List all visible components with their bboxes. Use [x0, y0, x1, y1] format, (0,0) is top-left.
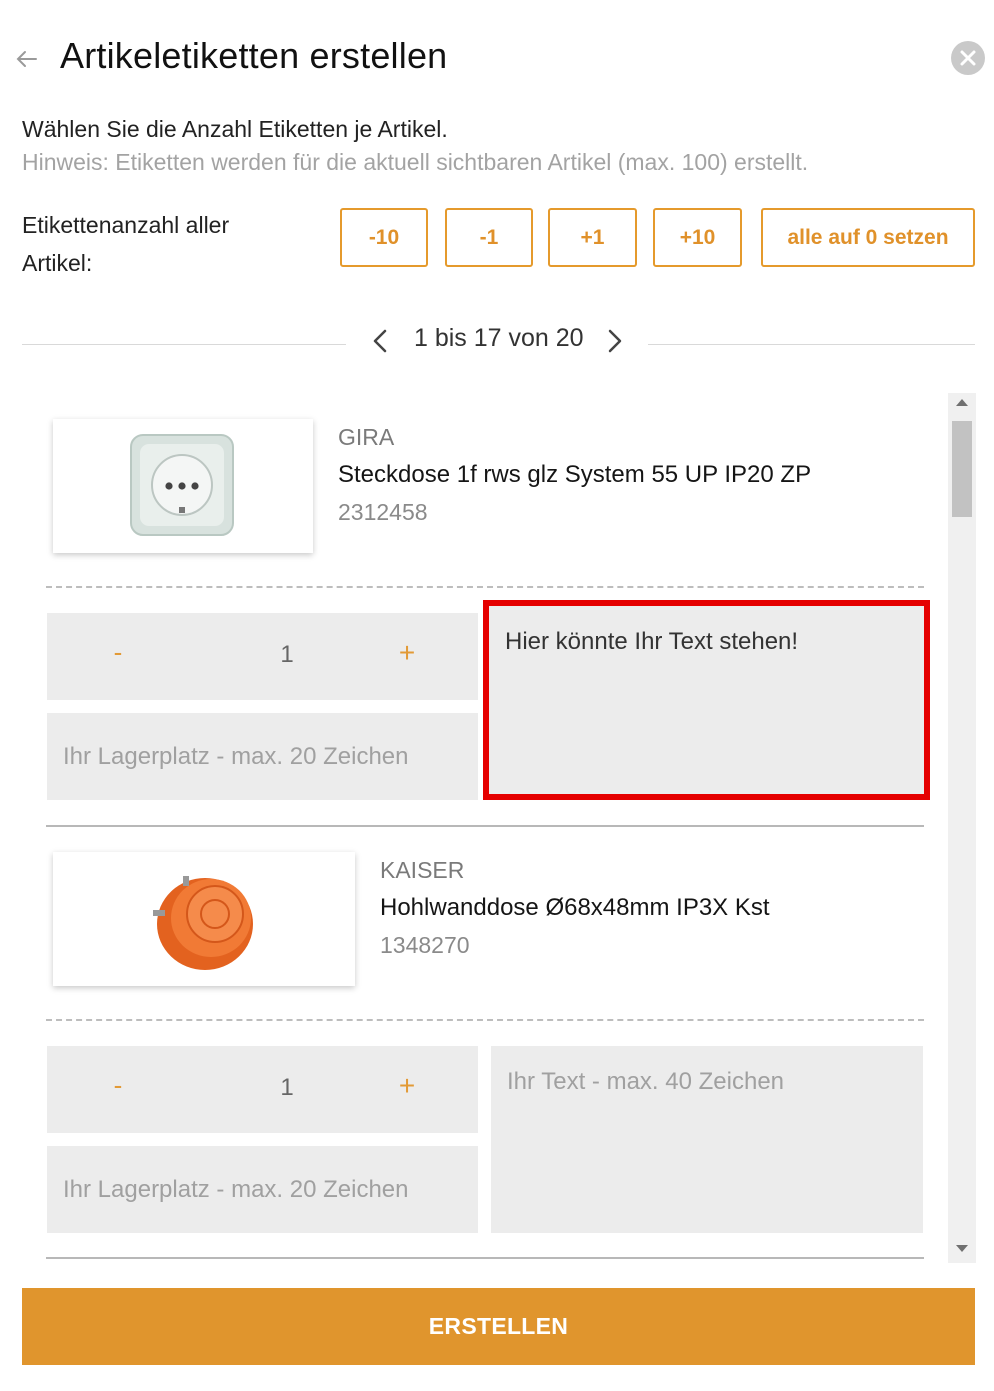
scroll-up-arrow-icon[interactable]: [956, 399, 968, 406]
list-item: KAISER Hohlwanddose Ø68x48mm IP3X Kst 13…: [22, 828, 927, 1263]
pager-divider-left: [22, 344, 346, 345]
dialog-header: Artikeletiketten erstellen: [0, 0, 994, 110]
create-button[interactable]: ERSTELLEN: [22, 1288, 975, 1365]
storage-location-input[interactable]: [47, 1146, 478, 1233]
quantity-stepper: - 1 +: [47, 613, 478, 700]
quantity-stepper: - 1 +: [47, 1046, 478, 1133]
minus-10-button[interactable]: -10: [340, 208, 428, 267]
product-image-card: [53, 852, 355, 986]
instruction-text: Wählen Sie die Anzahl Etiketten je Artik…: [22, 116, 448, 142]
quantity-plus-button[interactable]: +: [387, 637, 427, 677]
product-image-card: [53, 419, 313, 553]
scroll-thumb[interactable]: [952, 421, 972, 517]
chevron-right-icon[interactable]: [600, 324, 630, 358]
quantity-value: 1: [280, 1074, 294, 1101]
item-divider: [46, 825, 924, 827]
pager-divider-right: [648, 344, 975, 345]
item-divider-dashed: [46, 1019, 924, 1021]
arrow-left-icon[interactable]: [12, 44, 42, 74]
page-title: Artikeletiketten erstellen: [60, 35, 448, 76]
quantity-minus-button[interactable]: -: [103, 1070, 133, 1110]
reset-all-button[interactable]: alle auf 0 setzen: [761, 208, 975, 267]
storage-location-input[interactable]: [47, 713, 478, 800]
item-name: Steckdose 1f rws glz System 55 UP IP20 Z…: [338, 461, 812, 488]
quantity-minus-button[interactable]: -: [103, 637, 133, 677]
article-list[interactable]: GIRA Steckdose 1f rws glz System 55 UP I…: [22, 393, 977, 1263]
item-brand: KAISER: [380, 857, 465, 883]
chevron-left-icon[interactable]: [366, 324, 396, 358]
hint-text: Hinweis: Etiketten werden für die aktuel…: [22, 149, 809, 175]
socket-outlet-image: [130, 434, 234, 536]
plus-1-button[interactable]: +1: [548, 208, 637, 267]
label-text-input[interactable]: [491, 1046, 923, 1233]
list-scrollbar[interactable]: [948, 393, 976, 1263]
item-divider: [46, 1257, 924, 1259]
scroll-down-arrow-icon[interactable]: [956, 1245, 968, 1252]
label-text-input[interactable]: [483, 600, 930, 800]
item-divider-dashed: [46, 586, 924, 588]
bulk-count-label: Etikettenanzahl aller Artikel:: [22, 212, 230, 276]
item-brand: GIRA: [338, 424, 395, 450]
item-number: 1348270: [380, 932, 470, 958]
junction-box-image: [153, 876, 253, 970]
list-item: GIRA Steckdose 1f rws glz System 55 UP I…: [22, 393, 930, 828]
item-number: 2312458: [338, 499, 428, 525]
quantity-plus-button[interactable]: +: [387, 1070, 427, 1110]
item-name: Hohlwanddose Ø68x48mm IP3X Kst: [380, 894, 770, 921]
plus-10-button[interactable]: +10: [653, 208, 742, 267]
pager-range-text: 1 bis 17 von 20: [414, 324, 584, 352]
minus-1-button[interactable]: -1: [445, 208, 533, 267]
close-icon[interactable]: [951, 41, 985, 75]
quantity-value: 1: [280, 641, 294, 668]
